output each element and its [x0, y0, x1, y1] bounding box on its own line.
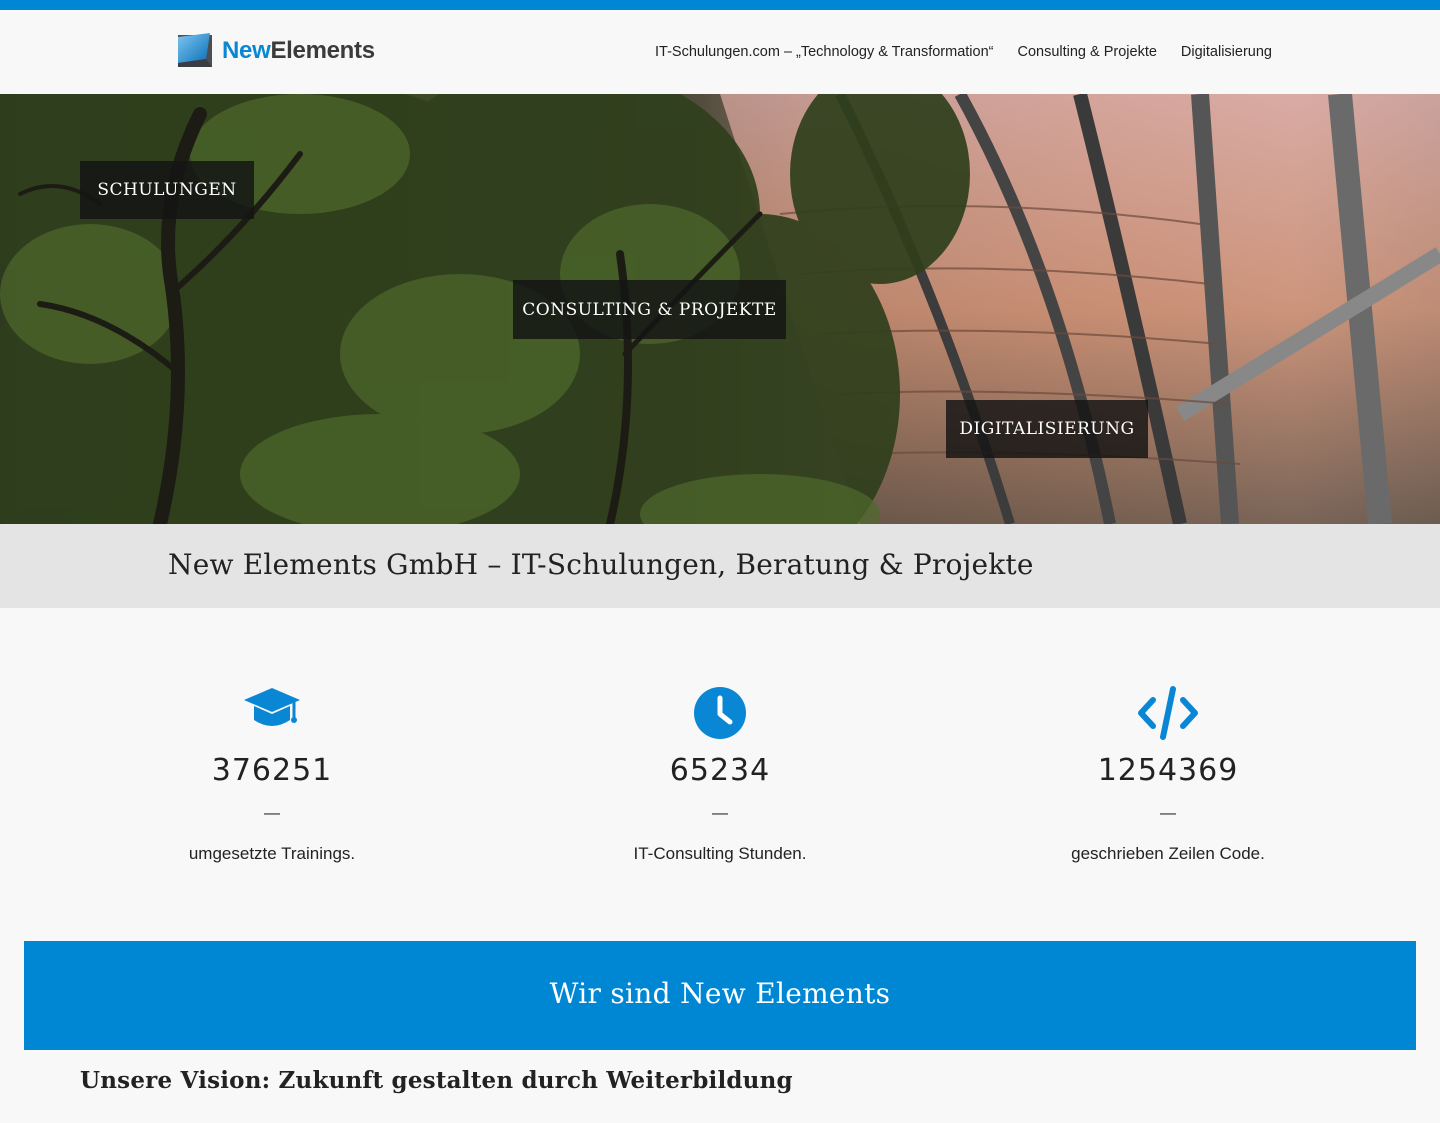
logo-mark-icon: [178, 33, 212, 67]
site-logo[interactable]: NewElements: [176, 33, 375, 69]
vision-heading: Unsere Vision: Zukunft gestalten durch W…: [80, 1067, 793, 1094]
stat-label: IT-Consulting Stunden.: [633, 844, 807, 863]
code-icon: [1137, 686, 1199, 745]
site-header: NewElements IT-Schulungen.com – „Technol…: [0, 10, 1440, 94]
top-accent-bar: [0, 0, 1440, 10]
logo-text-elements: Elements: [270, 37, 375, 64]
page-title: New Elements GmbH – IT-Schulungen, Berat…: [168, 548, 1034, 581]
hero-section: SCHULUNGEN CONSULTING & PROJEKTE DIGITAL…: [0, 94, 1440, 524]
logo-text-new: New: [222, 37, 271, 64]
banner-title: Wir sind New Elements: [549, 977, 891, 1010]
graduation-cap-icon: [242, 686, 302, 741]
about-banner: Wir sind New Elements: [24, 941, 1416, 1050]
stat-divider: —: [712, 805, 728, 822]
stat-divider: —: [1160, 805, 1176, 822]
hero-button-schulungen[interactable]: SCHULUNGEN: [80, 161, 254, 219]
stat-value: 65234: [669, 753, 771, 788]
nav-item-digitalisierung[interactable]: Digitalisierung: [1181, 44, 1272, 60]
clock-icon: [693, 686, 747, 745]
stat-value: 1254369: [1097, 753, 1239, 788]
logo-wordmark: NewElements: [222, 39, 375, 63]
stat-label: geschrieben Zeilen Code.: [1071, 844, 1265, 863]
main-nav: IT-Schulungen.com – „Technology & Transf…: [655, 44, 1272, 60]
nav-item-consulting[interactable]: Consulting & Projekte: [1017, 44, 1156, 60]
hero-button-consulting[interactable]: CONSULTING & PROJEKTE: [513, 280, 786, 339]
page-title-bar: New Elements GmbH – IT-Schulungen, Berat…: [0, 524, 1440, 608]
stat-value: 376251: [211, 753, 333, 788]
hero-button-digitalisierung[interactable]: DIGITALISIERUNG: [946, 400, 1148, 458]
stat-divider: —: [264, 805, 280, 822]
nav-item-it-schulungen[interactable]: IT-Schulungen.com – „Technology & Transf…: [655, 44, 994, 60]
stats-section: 376251 — umgesetzte Trainings. 65234 — I…: [0, 608, 1440, 941]
stat-label: umgesetzte Trainings.: [188, 844, 356, 863]
